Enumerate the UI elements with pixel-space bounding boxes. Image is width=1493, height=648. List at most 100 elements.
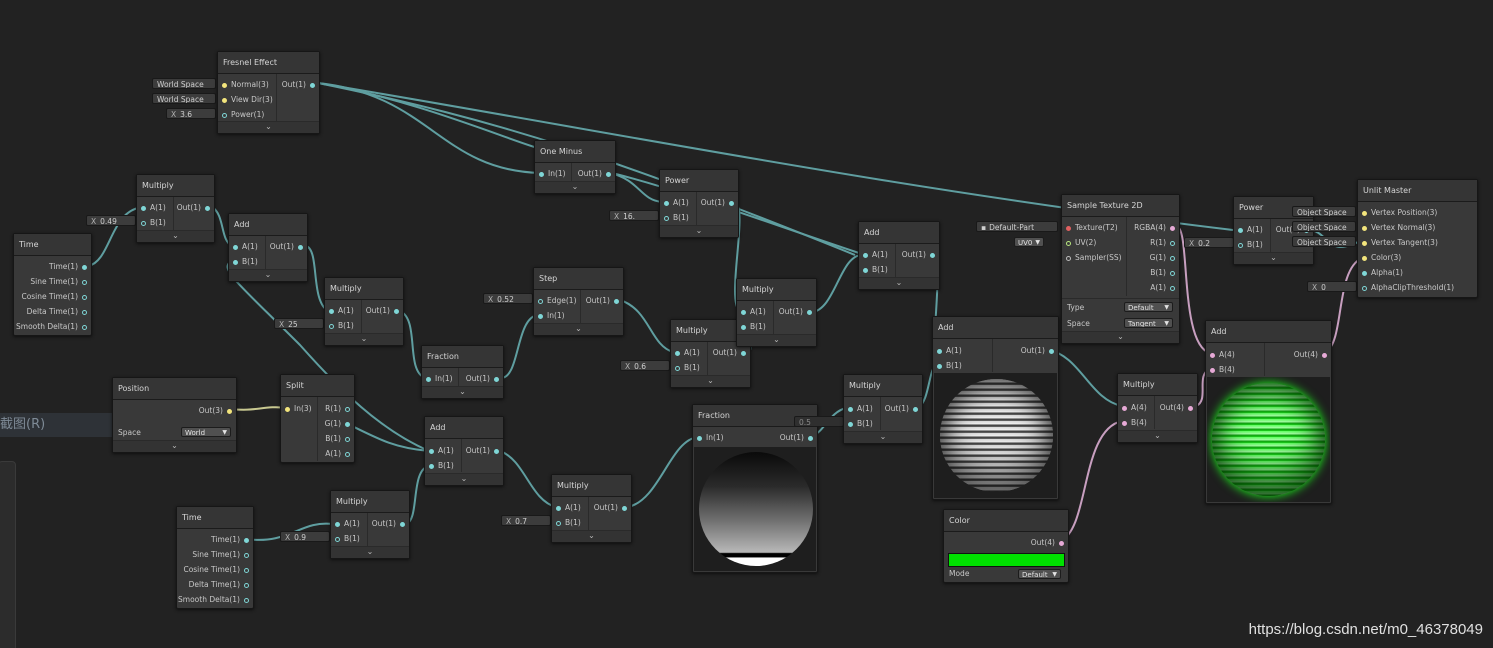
port-out[interactable]: Out(4)	[1031, 538, 1064, 547]
port-edge[interactable]: Edge(1)	[538, 296, 577, 305]
collapse-chevron-icon[interactable]: ⌄	[552, 530, 631, 542]
port-out[interactable]: Out(1)	[270, 242, 303, 251]
collapse-chevron-icon[interactable]: ⌄	[1234, 252, 1313, 264]
port-a[interactable]: A(1)	[329, 306, 354, 315]
collapse-chevron-icon[interactable]: ⌄	[331, 546, 409, 558]
node-sample-texture-2d[interactable]: Sample Texture 2D Texture(T2) UV(2) Samp…	[1061, 194, 1180, 344]
collapse-chevron-icon[interactable]: ⌄	[535, 181, 615, 193]
node-add-3[interactable]: Add A(1) B(1) Out(1) ⌄	[424, 416, 504, 486]
collapse-chevron-icon[interactable]: ⌄	[660, 225, 738, 237]
collapse-chevron-icon[interactable]: ⌄	[1118, 430, 1197, 442]
port-alpha[interactable]: Alpha(1)	[1362, 268, 1403, 277]
color-swatch[interactable]	[948, 553, 1065, 567]
step-edge-field[interactable]: X 0.52	[483, 293, 533, 304]
port-in[interactable]: In(1)	[697, 433, 724, 442]
port-in[interactable]: In(3)	[285, 404, 312, 413]
port-b[interactable]: B(1)	[741, 322, 766, 331]
port-g[interactable]: G(1)	[325, 419, 350, 428]
port-out[interactable]: Out(1)	[779, 307, 812, 316]
port-time[interactable]: Time(1)	[49, 262, 87, 271]
port-out[interactable]: Out(1)	[780, 433, 813, 442]
space-dropdown[interactable]: Tangent ▼	[1124, 318, 1173, 328]
collapse-chevron-icon[interactable]: ⌄	[737, 334, 816, 346]
port-b[interactable]: B(1)	[1238, 240, 1263, 249]
power2-b-field[interactable]: X 0.2	[1184, 237, 1234, 248]
port-sampler[interactable]: Sampler(SS)	[1066, 253, 1122, 262]
port-delta-time[interactable]: Delta Time(1)	[27, 307, 87, 316]
node-multiply-8[interactable]: Multiply A(4) B(4) Out(4) ⌄	[1117, 373, 1198, 443]
port-out[interactable]: Out(1)	[594, 503, 627, 512]
multiply1-b-field[interactable]: X 0.49	[86, 215, 136, 226]
port-color[interactable]: Color(3)	[1362, 253, 1401, 262]
port-out[interactable]: Out(4)	[1160, 403, 1193, 412]
node-step[interactable]: Step Edge(1) In(1) Out(1) ⌄	[533, 267, 624, 336]
space-dropdown[interactable]: World ▼	[181, 427, 231, 437]
port-smooth-delta[interactable]: Smooth Delta(1)	[178, 595, 249, 604]
collapse-chevron-icon[interactable]: ⌄	[422, 386, 503, 398]
port-in[interactable]: In(1)	[426, 374, 453, 383]
collapse-chevron-icon[interactable]: ⌄	[229, 269, 307, 281]
port-vertex-normal[interactable]: Vertex Normal(3)	[1362, 223, 1435, 232]
port-b[interactable]: B(1)	[556, 518, 581, 527]
node-time-1[interactable]: Time Time(1) Sine Time(1) Cosine Time(1)…	[13, 233, 92, 336]
node-add-1[interactable]: Add A(1) B(1) Out(1) ⌄	[228, 213, 308, 282]
node-multiply-2[interactable]: Multiply A(1) B(1) Out(1) ⌄	[324, 277, 404, 346]
collapse-chevron-icon[interactable]: ⌄	[137, 230, 214, 242]
collapse-chevron-icon[interactable]: ⌄	[113, 440, 236, 452]
port-sine-time[interactable]: Sine Time(1)	[30, 277, 87, 286]
collapse-chevron-icon[interactable]: ⌄	[844, 431, 922, 443]
collapse-chevron-icon[interactable]: ⌄	[534, 323, 623, 335]
port-b[interactable]: B(1)	[848, 419, 873, 428]
port-b[interactable]: B(1)	[863, 265, 888, 274]
node-multiply-5[interactable]: Multiply A(1) B(1) Out(1) ⌄	[330, 490, 410, 559]
port-out[interactable]: Out(3)	[199, 406, 232, 415]
port-a[interactable]: A(1)	[141, 203, 166, 212]
node-fraction-2[interactable]: Fraction In(1) Out(1)	[692, 404, 818, 573]
multiply3-b-field[interactable]: X 0.6	[620, 360, 670, 371]
node-split[interactable]: Split In(3) R(1) G(1) B(1) A(1)	[280, 374, 355, 463]
port-a[interactable]: A(4)	[1122, 403, 1147, 412]
port-b[interactable]: B(1)	[675, 363, 700, 372]
multiply6-b-field[interactable]: X 0.7	[501, 515, 551, 526]
power1-b-field[interactable]: X 16.	[609, 210, 659, 221]
port-a[interactable]: A(1)	[335, 519, 360, 528]
node-add-5[interactable]: Add A(4) B(4) Out(4)	[1205, 320, 1332, 504]
port-out[interactable]: Out(1)	[586, 296, 619, 305]
port-a[interactable]: A(1)	[664, 198, 689, 207]
port-b[interactable]: B(1)	[233, 257, 258, 266]
port-view-dir[interactable]: View Dir(3)	[222, 95, 273, 104]
port-a[interactable]: A(1)	[741, 307, 766, 316]
uv-channel-dropdown[interactable]: UV0 ▼	[1014, 237, 1044, 247]
port-vertex-position[interactable]: Vertex Position(3)	[1362, 208, 1437, 217]
port-normal[interactable]: Normal(3)	[222, 80, 269, 89]
port-r[interactable]: R(1)	[325, 404, 350, 413]
port-out[interactable]: Out(1)	[1021, 346, 1054, 355]
collapse-chevron-icon[interactable]: ⌄	[218, 121, 319, 133]
fresnel-viewdir-space-chip[interactable]: World Space	[152, 93, 216, 104]
vertex-normal-space-chip[interactable]: Object Space	[1292, 221, 1356, 232]
port-a[interactable]: A(1)	[1150, 283, 1175, 292]
vertex-position-space-chip[interactable]: Object Space	[1292, 206, 1356, 217]
node-fresnel-effect[interactable]: Fresnel Effect Normal(3) View Dir(3) Pow…	[217, 51, 320, 134]
node-color[interactable]: Color Out(4) Mode Default ▼	[943, 509, 1069, 583]
port-a[interactable]: A(1)	[325, 449, 350, 458]
context-menu-fragment[interactable]: 截图(R)	[0, 413, 128, 437]
fresnel-normal-space-chip[interactable]: World Space	[152, 78, 216, 89]
port-in[interactable]: In(1)	[539, 169, 566, 178]
port-b[interactable]: B(1)	[329, 321, 354, 330]
port-b[interactable]: B(4)	[1122, 418, 1147, 427]
alpha-clip-threshold-field[interactable]: X0	[1307, 281, 1357, 292]
multiply5-b-field[interactable]: X 0.9	[280, 531, 330, 542]
port-a[interactable]: A(1)	[429, 446, 454, 455]
port-in[interactable]: In(1)	[538, 311, 565, 320]
node-position[interactable]: Position Out(3) Space World ▼ ⌄	[112, 377, 237, 453]
port-a[interactable]: A(1)	[863, 250, 888, 259]
port-delta-time[interactable]: Delta Time(1)	[189, 580, 249, 589]
port-time[interactable]: Time(1)	[211, 535, 249, 544]
port-g[interactable]: G(1)	[1150, 253, 1175, 262]
texture-slot-field[interactable]: ▪ Default-Part	[976, 221, 1058, 232]
port-r[interactable]: R(1)	[1150, 238, 1175, 247]
port-rgba[interactable]: RGBA(4)	[1134, 223, 1175, 232]
port-a[interactable]: A(1)	[937, 346, 962, 355]
port-out[interactable]: Out(4)	[1294, 350, 1327, 359]
